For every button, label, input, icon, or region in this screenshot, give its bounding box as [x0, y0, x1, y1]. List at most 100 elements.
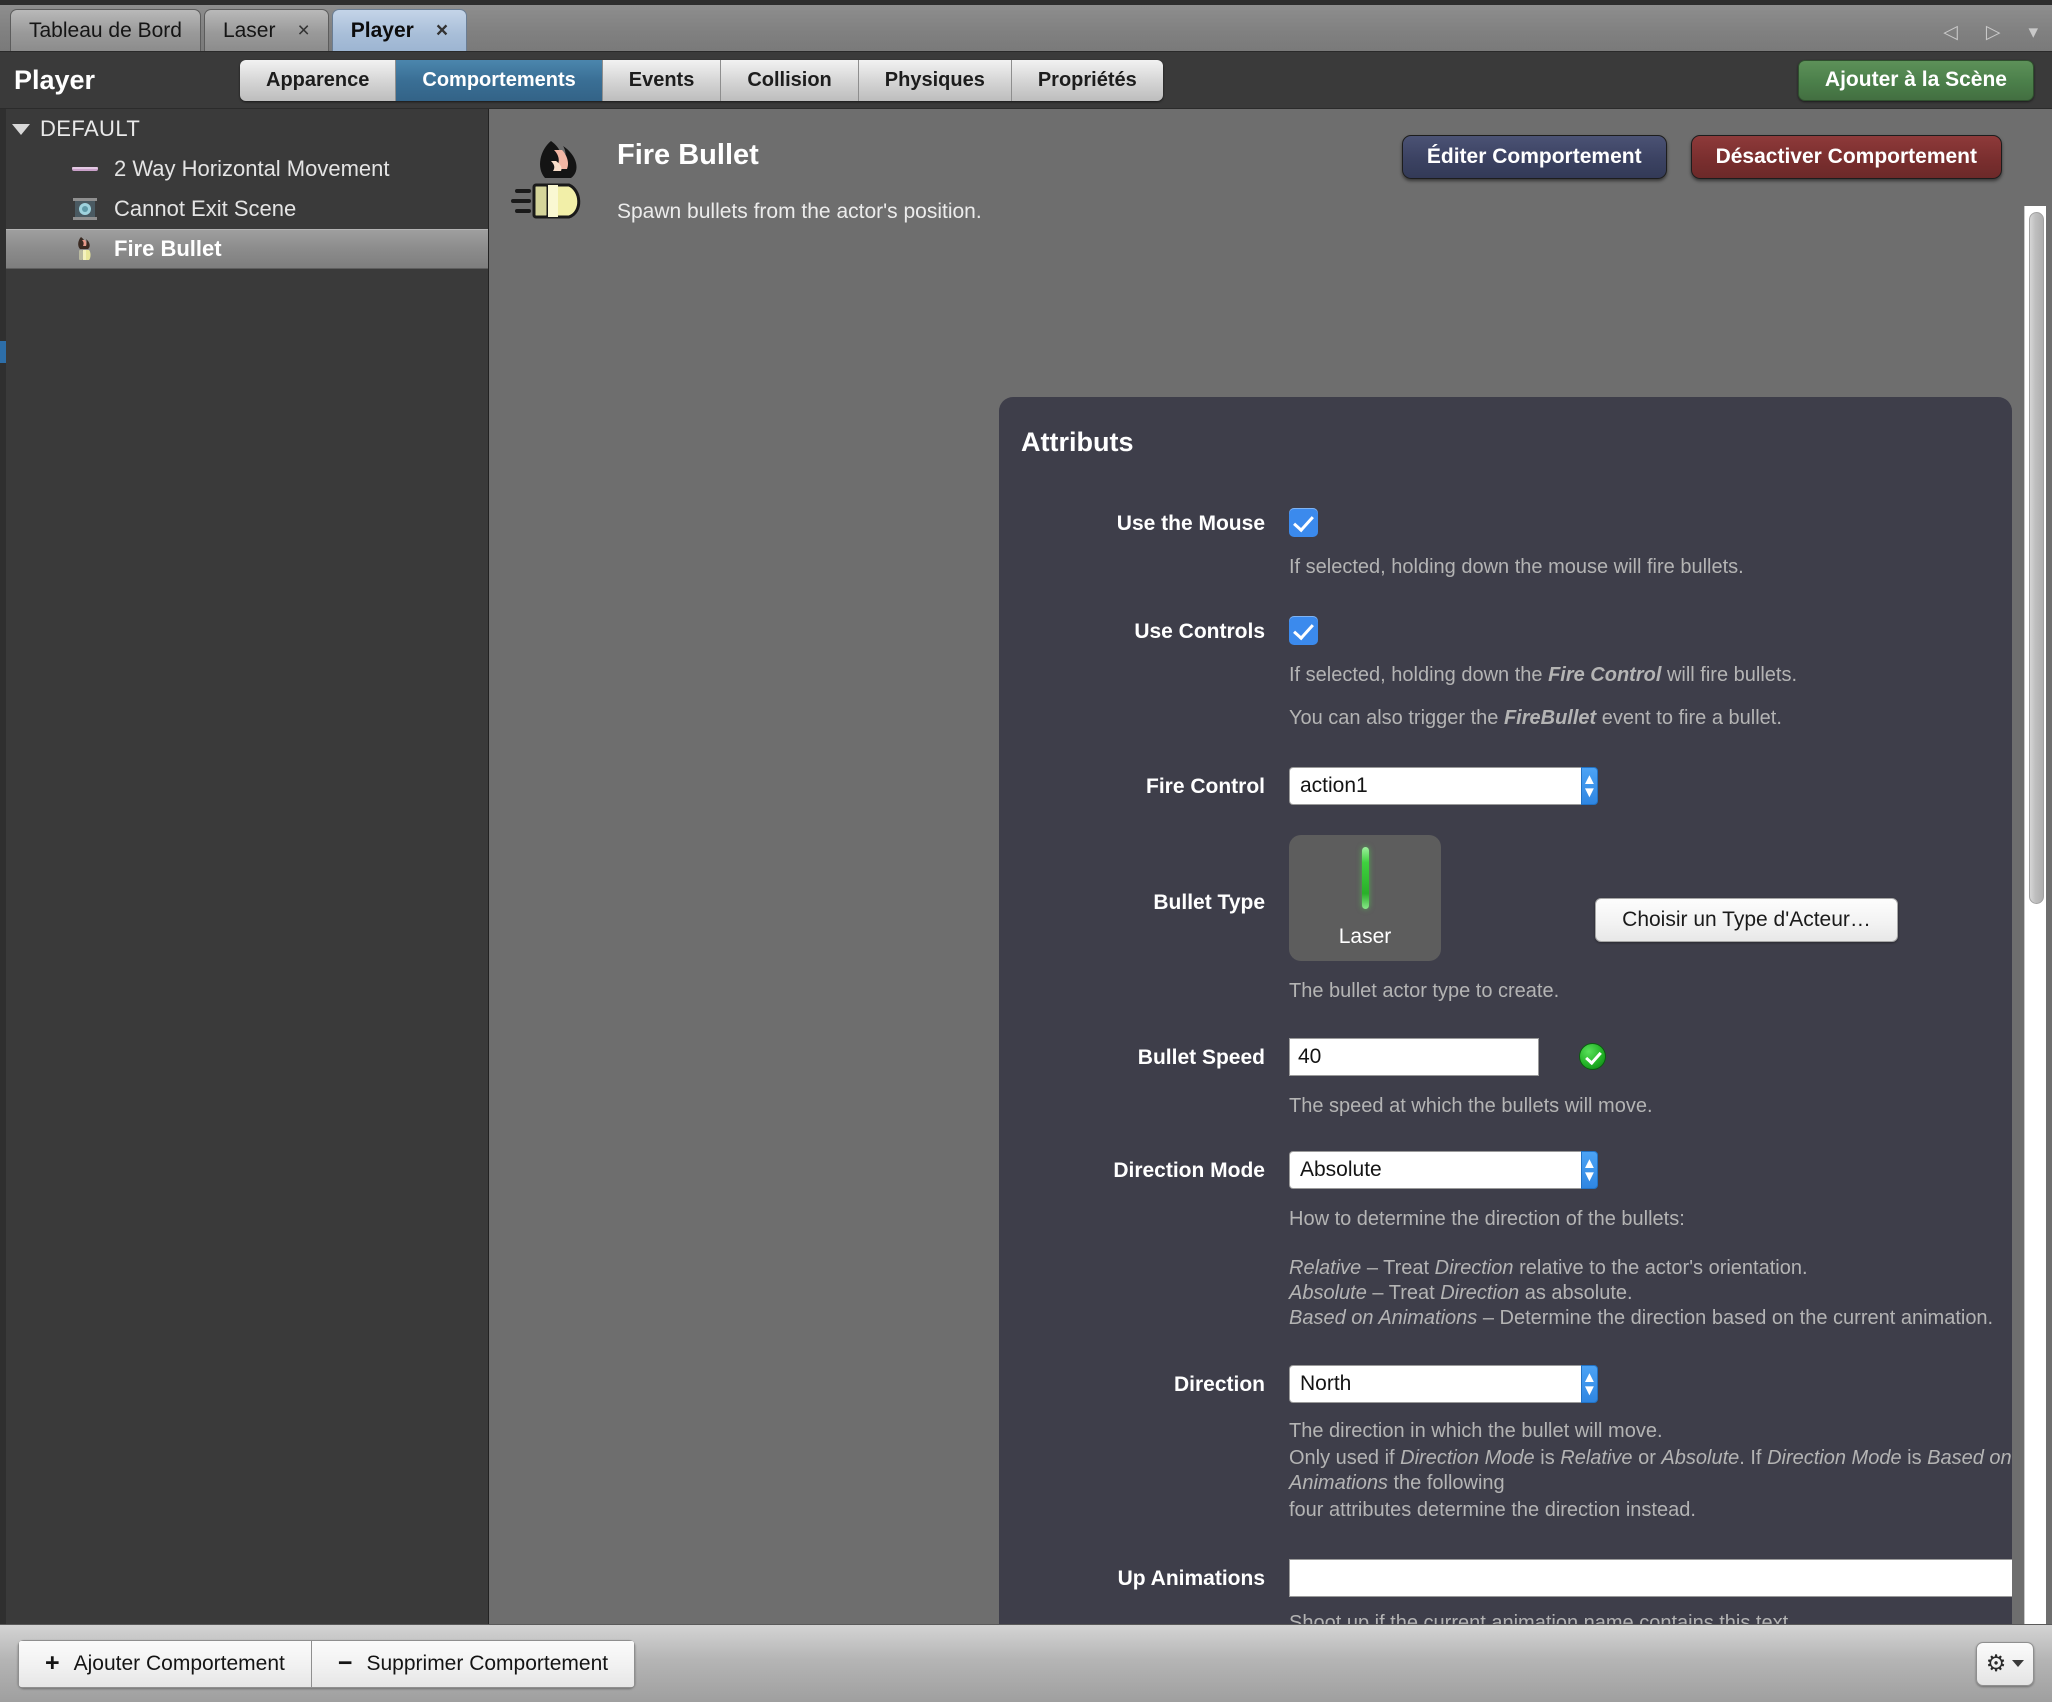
sidebar-item-2-way-horizontal-movement[interactable]: 2 Way Horizontal Movement: [0, 149, 488, 189]
document-tab-label: Player: [350, 18, 414, 42]
option-description-absolute: Absolute – Treat Direction as absolute.: [1289, 1281, 2012, 1306]
hint-emphasis: Fire Control: [1548, 664, 1662, 686]
attribute-hint-options: Relative – Treat Direction relative to t…: [1289, 1256, 2012, 1331]
behavior-header-text: Fire Bullet Spawn bullets from the actor…: [617, 133, 982, 224]
attribute-hint: If selected, holding down the Fire Contr…: [1289, 663, 2012, 688]
up-animations-input[interactable]: [1289, 1559, 2012, 1597]
tab-collision[interactable]: Collision: [721, 59, 859, 101]
hint-text: If selected, holding down the: [1289, 664, 1549, 686]
document-tab-laser[interactable]: Laser ×: [203, 9, 329, 51]
hint-emphasis: Absolute: [1661, 1447, 1740, 1469]
tab-list-icon[interactable]: ▾: [2028, 23, 2038, 42]
horizontal-arrow-icon: [68, 155, 102, 183]
tab-label: Comportements: [422, 68, 576, 91]
document-tab-label: Tableau de Bord: [29, 18, 182, 42]
fire-control-value[interactable]: [1289, 767, 1581, 805]
hint-emphasis: Relative: [1560, 1447, 1633, 1469]
stepper-arrows-icon[interactable]: ▲ ▼: [1581, 1365, 1598, 1403]
hint-text: – Treat: [1366, 1282, 1441, 1304]
attribute-hint: The bullet actor type to create.: [1289, 980, 1560, 1002]
plus-icon: +: [45, 1649, 60, 1677]
option-name: Absolute: [1289, 1282, 1367, 1304]
remove-behavior-label: Supprimer Comportement: [366, 1651, 609, 1675]
attribute-label: Bullet Type: [1153, 891, 1265, 914]
choose-actor-type-button[interactable]: Choisir un Type d'Acteur…: [1595, 897, 1898, 942]
attribute-hint: Shoot up if the current animation name c…: [1289, 1612, 1794, 1624]
scrollbar-thumb[interactable]: [2029, 212, 2044, 904]
disclosure-triangle-icon[interactable]: [12, 123, 30, 135]
stepper-arrows-icon[interactable]: ▲ ▼: [1581, 1151, 1598, 1189]
hint-text: or: [1632, 1447, 1662, 1469]
behavior-actions: Éditer Comportement Désactiver Comportem…: [1401, 135, 2002, 179]
tab-events[interactable]: Events: [602, 59, 722, 101]
hint-text: event to fire a bullet.: [1596, 707, 1782, 729]
settings-menu-button[interactable]: ⚙: [1976, 1641, 2034, 1686]
attributes-card: Attributs Use the Mouse If selected, hol…: [999, 397, 2012, 1624]
bullet-speed-input[interactable]: [1289, 1038, 1539, 1076]
remove-behavior-button[interactable]: − Supprimer Comportement: [311, 1639, 636, 1688]
tab-comportements[interactable]: Comportements: [396, 59, 603, 101]
option-description-based-on-animations: Based on Animations – Determine the dire…: [1289, 1306, 2012, 1331]
add-behavior-button[interactable]: + Ajouter Comportement: [18, 1639, 312, 1688]
sidebar-item-fire-bullet[interactable]: Fire Bullet: [0, 229, 488, 269]
disable-behavior-button[interactable]: Désactiver Comportement: [1690, 135, 2002, 179]
document-tab-tableau-de-bord[interactable]: Tableau de Bord: [10, 9, 201, 51]
valid-check-icon: [1579, 1043, 1606, 1070]
hint-text: is: [1534, 1447, 1561, 1469]
fire-bullet-icon: [511, 135, 601, 225]
stepper-arrows-icon[interactable]: ▲ ▼: [1581, 767, 1598, 805]
close-icon[interactable]: ×: [436, 20, 448, 41]
hint-emphasis: Direction Mode: [1767, 1447, 1902, 1469]
hint-text: – Treat: [1361, 1257, 1435, 1279]
close-icon[interactable]: ×: [297, 20, 309, 41]
hint-text: will fire bullets.: [1661, 664, 1798, 686]
edit-behavior-button[interactable]: Éditer Comportement: [1401, 135, 1667, 179]
hint-text: as absolute.: [1519, 1282, 1633, 1304]
behavior-detail-panel: Fire Bullet Spawn bullets from the actor…: [489, 109, 2052, 1624]
hint-text: the following: [1387, 1472, 1505, 1494]
hint-text: You can also trigger the: [1289, 707, 1504, 729]
tab-physiques[interactable]: Physiques: [858, 59, 1012, 101]
previous-tab-icon[interactable]: ◁: [1943, 23, 1958, 42]
fire-bullet-icon: [68, 235, 102, 263]
option-description-relative: Relative – Treat Direction relative to t…: [1289, 1256, 2012, 1281]
direction-select[interactable]: ▲▼: [1289, 1365, 1598, 1403]
attribute-hint-tertiary: four attributes determine the direction …: [1289, 1499, 1696, 1521]
hint-text: relative to the actor's orientation.: [1513, 1257, 1808, 1279]
direction-mode-value[interactable]: [1289, 1151, 1581, 1189]
use-the-mouse-checkbox[interactable]: [1289, 508, 1318, 537]
bullet-type-preview[interactable]: Laser: [1289, 835, 1441, 961]
scene-box-icon: [68, 195, 102, 223]
behavior-header: Fire Bullet Spawn bullets from the actor…: [489, 109, 2052, 251]
tab-apparence[interactable]: Apparence: [240, 59, 397, 101]
document-tab-player[interactable]: Player ×: [331, 9, 468, 51]
actor-header: Player Apparence Comportements Events Co…: [0, 52, 2052, 109]
hint-emphasis: FireBullet: [1503, 707, 1597, 729]
attribute-hint: The speed at which the bullets will move…: [1289, 1095, 1653, 1117]
behavior-group-default[interactable]: DEFAULT: [0, 109, 488, 149]
option-name: Relative: [1289, 1257, 1362, 1279]
attribute-row-fire-control: Fire Control ▲▼: [999, 767, 2012, 805]
add-behavior-label: Ajouter Comportement: [73, 1651, 285, 1675]
behavior-toolbar: + Ajouter Comportement − Supprimer Compo…: [0, 1624, 2052, 1702]
direction-value[interactable]: [1289, 1365, 1581, 1403]
direction-mode-select[interactable]: ▲▼: [1289, 1151, 1598, 1189]
sidebar-left-strip: [0, 109, 6, 1624]
gear-icon: ⚙: [1985, 1650, 2007, 1676]
add-to-scene-button[interactable]: Ajouter à la Scène: [1797, 59, 2034, 101]
next-tab-icon[interactable]: ▷: [1986, 23, 2001, 42]
hint-text: Only used if: [1289, 1447, 1401, 1469]
use-controls-checkbox[interactable]: [1289, 616, 1318, 645]
sidebar-item-cannot-exit-scene[interactable]: Cannot Exit Scene: [0, 189, 488, 229]
attribute-label: Direction Mode: [1113, 1159, 1265, 1182]
main-vertical-scrollbar[interactable]: [2024, 206, 2046, 1624]
tab-navigation-controls: ◁ ▷ ▾: [1943, 23, 2038, 42]
edit-behavior-label: Éditer Comportement: [1426, 145, 1642, 168]
fire-control-select[interactable]: ▲▼: [1289, 767, 1598, 805]
tab-label: Propriétés: [1037, 68, 1137, 91]
tab-label: Events: [628, 68, 695, 91]
sidebar-item-label: Cannot Exit Scene: [114, 196, 297, 221]
attribute-row-use-the-mouse: Use the Mouse If selected, holding down …: [999, 508, 2012, 580]
tab-proprietes[interactable]: Propriétés: [1011, 59, 1163, 101]
attribute-hint: If selected, holding down the mouse will…: [1289, 556, 1744, 578]
